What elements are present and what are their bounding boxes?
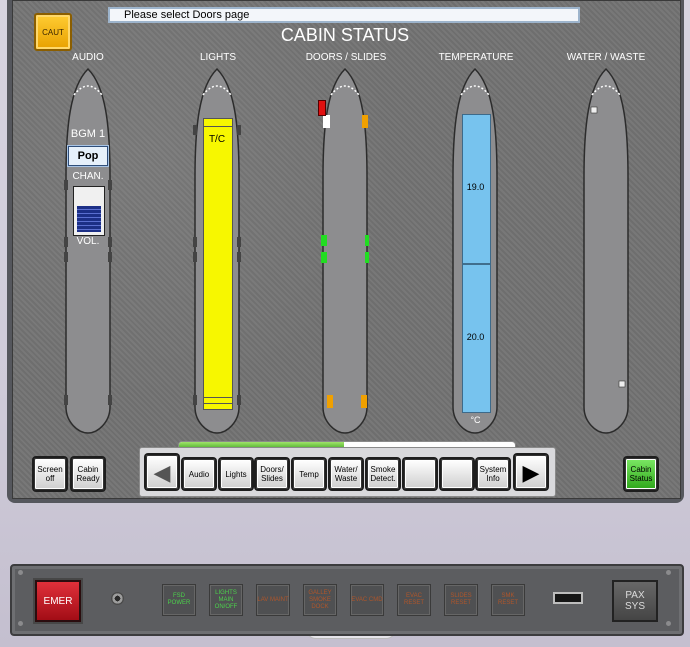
tab-smoke-detect[interactable]: Smoke Detect. xyxy=(367,459,399,489)
tab-empty-1[interactable] xyxy=(404,459,436,489)
button-label: FSD POWER xyxy=(167,593,191,606)
temp-zone-fwd[interactable]: 19.0 xyxy=(462,182,489,192)
door-1l xyxy=(323,115,330,128)
cabin-ready-button[interactable]: Cabin Ready xyxy=(72,458,104,490)
button-label: GALLEY SMOKE DOCK xyxy=(308,589,332,610)
temperature-zones xyxy=(462,114,491,413)
tab-temp[interactable]: Temp xyxy=(293,459,325,489)
door-alert-indicator xyxy=(318,100,326,116)
door-3l xyxy=(321,252,327,263)
volume-label: VOL. xyxy=(76,236,100,247)
temp-unit: °C xyxy=(470,415,481,425)
button-label: EVAC CMD xyxy=(351,596,383,603)
button-label: LIGHTS MAIN ON/OFF xyxy=(214,589,238,610)
galley-smoke-button[interactable]: GALLEY SMOKE DOCK xyxy=(303,584,337,616)
control-knob[interactable] xyxy=(111,592,124,605)
page-title: CABIN STATUS xyxy=(280,25,410,45)
temp-zone-aft[interactable]: 20.0 xyxy=(462,332,489,342)
channel-label: CHAN. xyxy=(72,171,104,182)
tab-empty-2[interactable] xyxy=(441,459,473,489)
button-label: SMK RESET xyxy=(497,593,518,606)
volume-slider[interactable] xyxy=(73,186,105,236)
lavatory-aft xyxy=(618,380,626,388)
door-2r xyxy=(365,235,369,246)
door-4l xyxy=(327,395,333,408)
fuselage-water xyxy=(582,67,630,435)
lights-main-button[interactable]: LIGHTS MAIN ON/OFF xyxy=(209,584,243,616)
column-label-audio: AUDIO xyxy=(72,52,104,63)
tab-audio[interactable]: Audio xyxy=(183,459,215,489)
button-label: SLIDES RESET xyxy=(450,593,472,606)
channel-selector[interactable]: Pop xyxy=(68,146,108,166)
slides-reset-button[interactable]: SLIDES RESET xyxy=(444,584,478,616)
screw xyxy=(18,570,23,575)
tab-doors-slides[interactable]: Doors/ Slides xyxy=(256,459,288,489)
column-label-doors: DOORS / SLIDES xyxy=(305,52,387,63)
column-label-water: WATER / WASTE xyxy=(566,52,646,63)
door-1r xyxy=(362,115,368,128)
lavatory-fwd xyxy=(590,106,598,114)
fsd-power-button[interactable]: FSD POWER xyxy=(162,584,196,616)
cabin-status-button[interactable]: Cabin Status xyxy=(625,458,657,490)
smk-reset-button[interactable]: SMK RESET xyxy=(491,584,525,616)
column-label-lights: LIGHTS xyxy=(199,52,237,63)
lights-zone-label: T/C xyxy=(208,134,226,145)
door-4r xyxy=(361,395,367,408)
evac-reset-button[interactable]: EVAC RESET xyxy=(397,584,431,616)
pax-sys-button[interactable]: PAX SYS xyxy=(612,580,658,622)
audio-program: BGM 1 xyxy=(70,128,106,140)
prev-page-button[interactable]: ◀ xyxy=(146,455,178,489)
button-label: LAV MAINT xyxy=(257,596,289,603)
door-3r xyxy=(365,252,369,263)
screen-off-button[interactable]: Screen off xyxy=(34,458,66,490)
evac-cmd-button[interactable]: EVAC CMD xyxy=(350,584,384,616)
message-bar: Please select Doors page xyxy=(108,7,580,23)
button-label: EVAC RESET xyxy=(403,593,424,606)
screw xyxy=(666,570,671,575)
door-2l xyxy=(321,235,327,246)
usb-port xyxy=(553,592,583,604)
column-label-temperature: TEMPERATURE xyxy=(438,52,514,63)
lav-maint-button[interactable]: LAV MAINT xyxy=(256,584,290,616)
tab-water-waste[interactable]: Water/ Waste xyxy=(330,459,362,489)
fuselage-audio xyxy=(64,67,112,435)
screw xyxy=(18,621,23,626)
tab-system-info[interactable]: System Info xyxy=(477,459,509,489)
screw xyxy=(666,621,671,626)
volume-level xyxy=(77,206,101,232)
lights-zone-bar[interactable] xyxy=(203,118,233,410)
next-page-button[interactable]: ▶ xyxy=(515,455,547,489)
emergency-button[interactable]: EMER xyxy=(35,580,81,622)
tab-lights[interactable]: Lights xyxy=(220,459,252,489)
fuselage-doors xyxy=(321,67,369,435)
